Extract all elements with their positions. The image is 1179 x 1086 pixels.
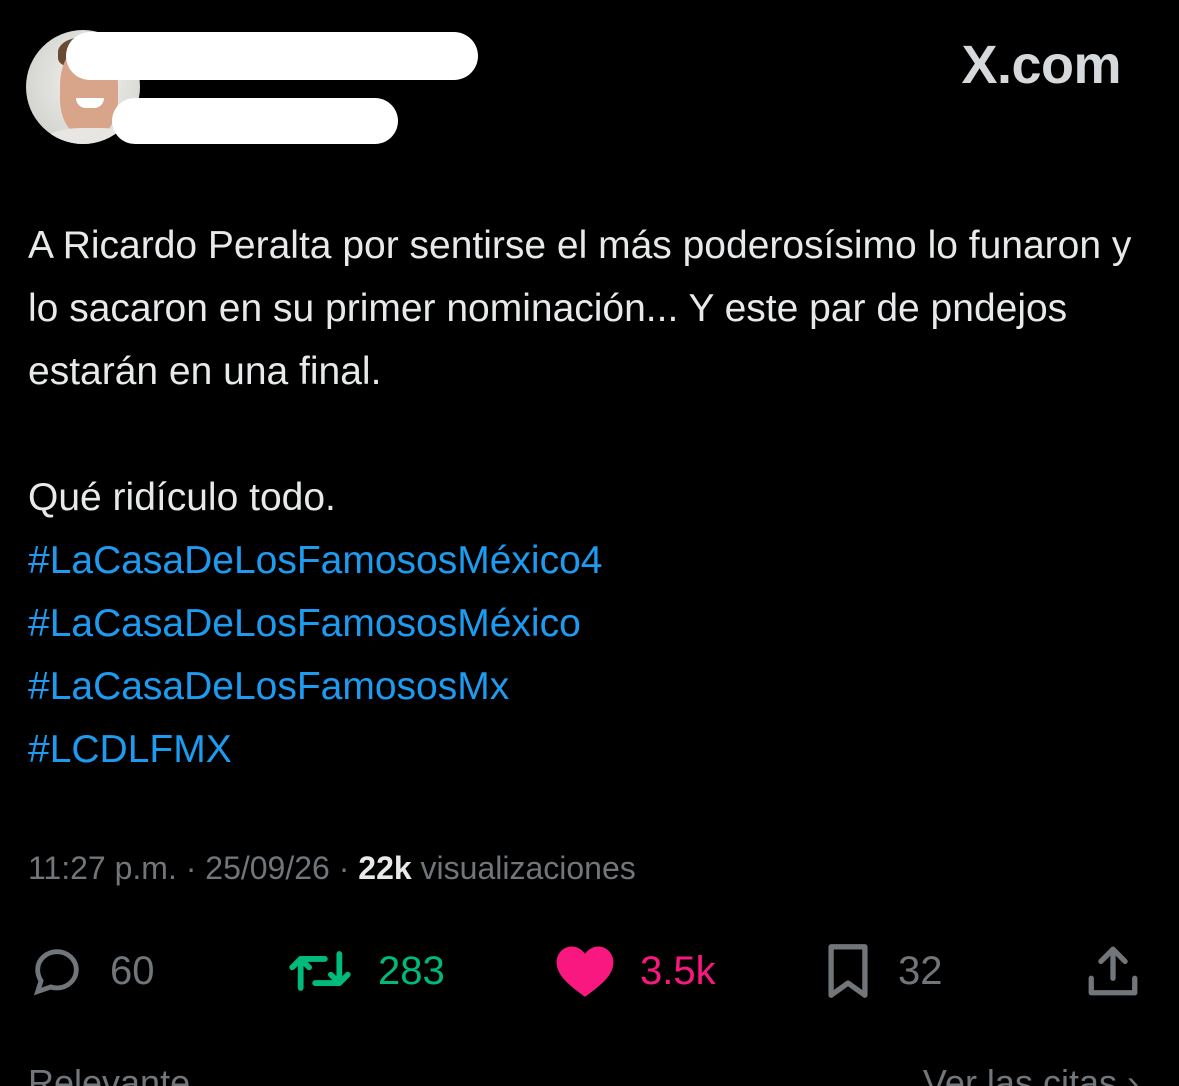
chevron-right-icon: › <box>1127 1062 1139 1086</box>
tweet-paragraph-2: Qué ridículo todo. <box>28 476 336 519</box>
hashtag-link[interactable]: #LaCasaDeLosFamososMéxico <box>28 592 1138 655</box>
views-count: 22k <box>358 850 412 886</box>
bookmark-button[interactable]: 32 <box>822 936 943 1006</box>
chevron-down-icon: ⌄ <box>200 1062 231 1086</box>
sort-label: Relevante <box>28 1062 191 1086</box>
tweet-meta: 11:27 p.m. · 25/09/26 · 22k visualizacio… <box>28 850 636 887</box>
hashtag-link[interactable]: #LaCasaDeLosFamososMéxico4 <box>28 529 1138 592</box>
sort-dropdown[interactable]: Relevante ⌄ <box>28 1062 230 1086</box>
footer-bar: Relevante ⌄ Ver las citas › <box>0 1058 1179 1086</box>
tweet-date[interactable]: 25/09/26 <box>205 850 330 886</box>
bookmark-icon <box>822 942 874 1000</box>
share-button[interactable] <box>1084 936 1142 1006</box>
tweet-paragraph-1: A Ricardo Peralta por sentirse el más po… <box>28 224 1132 393</box>
reply-count: 60 <box>110 948 155 993</box>
retweet-button[interactable]: 283 <box>286 936 445 1006</box>
view-quotes-link[interactable]: Ver las citas › <box>923 1062 1139 1086</box>
hashtag-link[interactable]: #LCDLFMX <box>28 718 1138 781</box>
quotes-label: Ver las citas <box>922 1062 1117 1086</box>
tweet-time[interactable]: 11:27 p.m. <box>28 850 177 886</box>
bookmark-count: 32 <box>898 948 943 993</box>
meta-separator: · <box>176 850 206 886</box>
share-icon <box>1084 942 1142 1000</box>
views-label: visualizaciones <box>420 850 636 886</box>
brand-watermark: X.com <box>961 35 1121 95</box>
redacted-display-name <box>66 32 478 80</box>
redacted-handle <box>112 98 398 144</box>
like-button[interactable]: 3.5k <box>554 936 716 1006</box>
heart-icon <box>554 942 616 1000</box>
reply-button[interactable]: 60 <box>28 936 155 1006</box>
action-bar: 60 283 3.5k 32 <box>28 936 1148 1006</box>
meta-separator: · <box>329 850 359 886</box>
retweet-count: 283 <box>378 948 445 993</box>
reply-icon <box>28 942 86 1000</box>
hashtag-link[interactable]: #LaCasaDeLosFamososMx <box>28 655 1138 718</box>
like-count: 3.5k <box>640 948 716 993</box>
tweet-text: A Ricardo Peralta por sentirse el más po… <box>28 214 1138 781</box>
retweet-icon <box>286 942 354 1000</box>
